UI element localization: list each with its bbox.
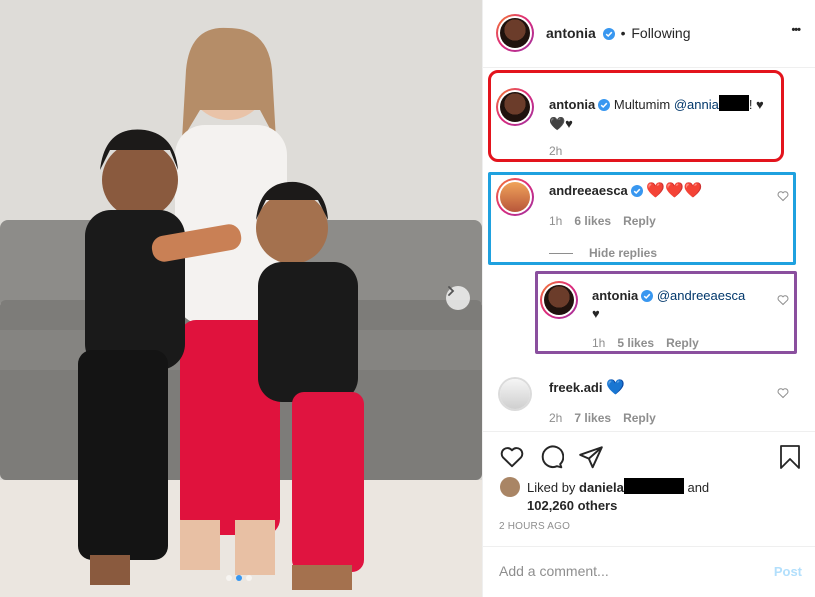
reply-text: antonia @andreeaesca ♥ xyxy=(592,287,777,323)
author-avatar[interactable] xyxy=(496,14,534,52)
verified-icon xyxy=(602,28,615,40)
caption-text-after: ! ♥ xyxy=(748,97,764,112)
verified-icon xyxy=(598,99,611,111)
caption-text: antonia Multumim @annia ! ♥ 🖤♥ xyxy=(549,95,779,133)
comment-likes[interactable]: 6 likes xyxy=(574,214,611,228)
add-comment-bar: Post xyxy=(483,546,815,597)
likes-prefix: Liked by xyxy=(527,480,580,495)
photo-illustration xyxy=(0,0,482,597)
likes-and: and xyxy=(687,480,710,495)
post-comment-button[interactable]: Post xyxy=(774,564,802,579)
carousel-dot xyxy=(226,575,232,581)
comment-time: 1h xyxy=(549,214,563,228)
likes-others[interactable]: 102,260 others xyxy=(527,498,617,513)
carousel-indicator xyxy=(226,575,252,581)
add-comment-input[interactable] xyxy=(499,563,749,579)
redaction-block xyxy=(623,478,684,494)
verified-icon xyxy=(641,290,654,302)
hide-replies-label: Hide replies xyxy=(589,246,658,260)
likes-summary: Liked by daniela and 102,260 others xyxy=(527,478,787,515)
reply-button[interactable]: Reply xyxy=(623,411,656,425)
hide-replies-button[interactable]: Hide replies xyxy=(549,246,657,260)
reply-meta: 1h 5 likes Reply xyxy=(592,336,711,350)
post-timestamp: 2 HOURS AGO xyxy=(499,521,571,532)
caption-time: 2h xyxy=(549,144,563,158)
header-row: antonia • Following xyxy=(546,25,691,41)
reply-button[interactable]: Reply xyxy=(666,336,699,350)
follow-status-button[interactable]: Following xyxy=(631,25,690,41)
carousel-dot xyxy=(246,575,252,581)
comment-meta: 1h 6 likes Reply xyxy=(549,214,668,228)
more-icon[interactable]: ••• xyxy=(791,24,801,36)
comment-username[interactable]: andreeaesca xyxy=(549,183,628,198)
reply-time: 1h xyxy=(592,336,606,350)
comment-text: freek.adi 💙 xyxy=(549,379,625,397)
comment-avatar[interactable] xyxy=(496,178,534,216)
reply-avatar[interactable] xyxy=(540,281,578,319)
reply-likes[interactable]: 5 likes xyxy=(617,336,654,350)
comment-body: 💙 xyxy=(606,379,625,396)
share-icon[interactable] xyxy=(578,444,604,470)
comment-text: andreeaesca ❤️❤️❤️ xyxy=(549,182,702,200)
separator-dot: • xyxy=(620,25,626,41)
reply-body: ♥ xyxy=(592,306,600,321)
heart-icon[interactable] xyxy=(777,294,789,306)
verified-icon xyxy=(630,185,643,197)
caption-username[interactable]: antonia xyxy=(549,97,595,112)
carousel-dot-active xyxy=(236,575,242,581)
comment-username[interactable]: freek.adi xyxy=(549,380,602,395)
caption-meta: 2h xyxy=(549,144,574,158)
caption-mention[interactable]: @annia xyxy=(674,97,719,112)
carousel-next-button[interactable] xyxy=(446,286,470,310)
post-header: antonia • Following ••• xyxy=(483,0,815,68)
heart-icon[interactable] xyxy=(777,190,789,202)
liker-avatar[interactable] xyxy=(500,477,520,497)
post-side-panel: antonia • Following ••• antonia Multumim… xyxy=(482,0,815,597)
liker-username[interactable]: daniela xyxy=(579,480,624,495)
comment-likes[interactable]: 7 likes xyxy=(574,411,611,425)
author-username[interactable]: antonia xyxy=(546,25,596,41)
reply-button[interactable]: Reply xyxy=(623,214,656,228)
comment-time: 2h xyxy=(549,411,563,425)
redaction-block xyxy=(718,95,749,111)
action-bar: Liked by daniela and 102,260 others 2 HO… xyxy=(483,431,815,546)
caption-avatar[interactable] xyxy=(496,88,534,126)
comment-body: ❤️❤️❤️ xyxy=(646,182,703,199)
comment-icon[interactable] xyxy=(538,444,564,470)
bookmark-icon[interactable] xyxy=(778,444,802,470)
caption-text-before: Multumim xyxy=(613,97,674,112)
reply-username[interactable]: antonia xyxy=(592,288,638,303)
chevron-right-icon xyxy=(448,286,455,296)
comment-avatar[interactable] xyxy=(498,377,532,411)
heart-icon[interactable] xyxy=(499,444,525,470)
post-photo xyxy=(0,0,482,597)
heart-icon[interactable] xyxy=(777,387,789,399)
reply-mention[interactable]: @andreeaesca xyxy=(657,288,745,303)
caption-line2: 🖤♥ xyxy=(549,116,573,131)
comment-meta: 2h 7 likes Reply xyxy=(549,411,668,425)
